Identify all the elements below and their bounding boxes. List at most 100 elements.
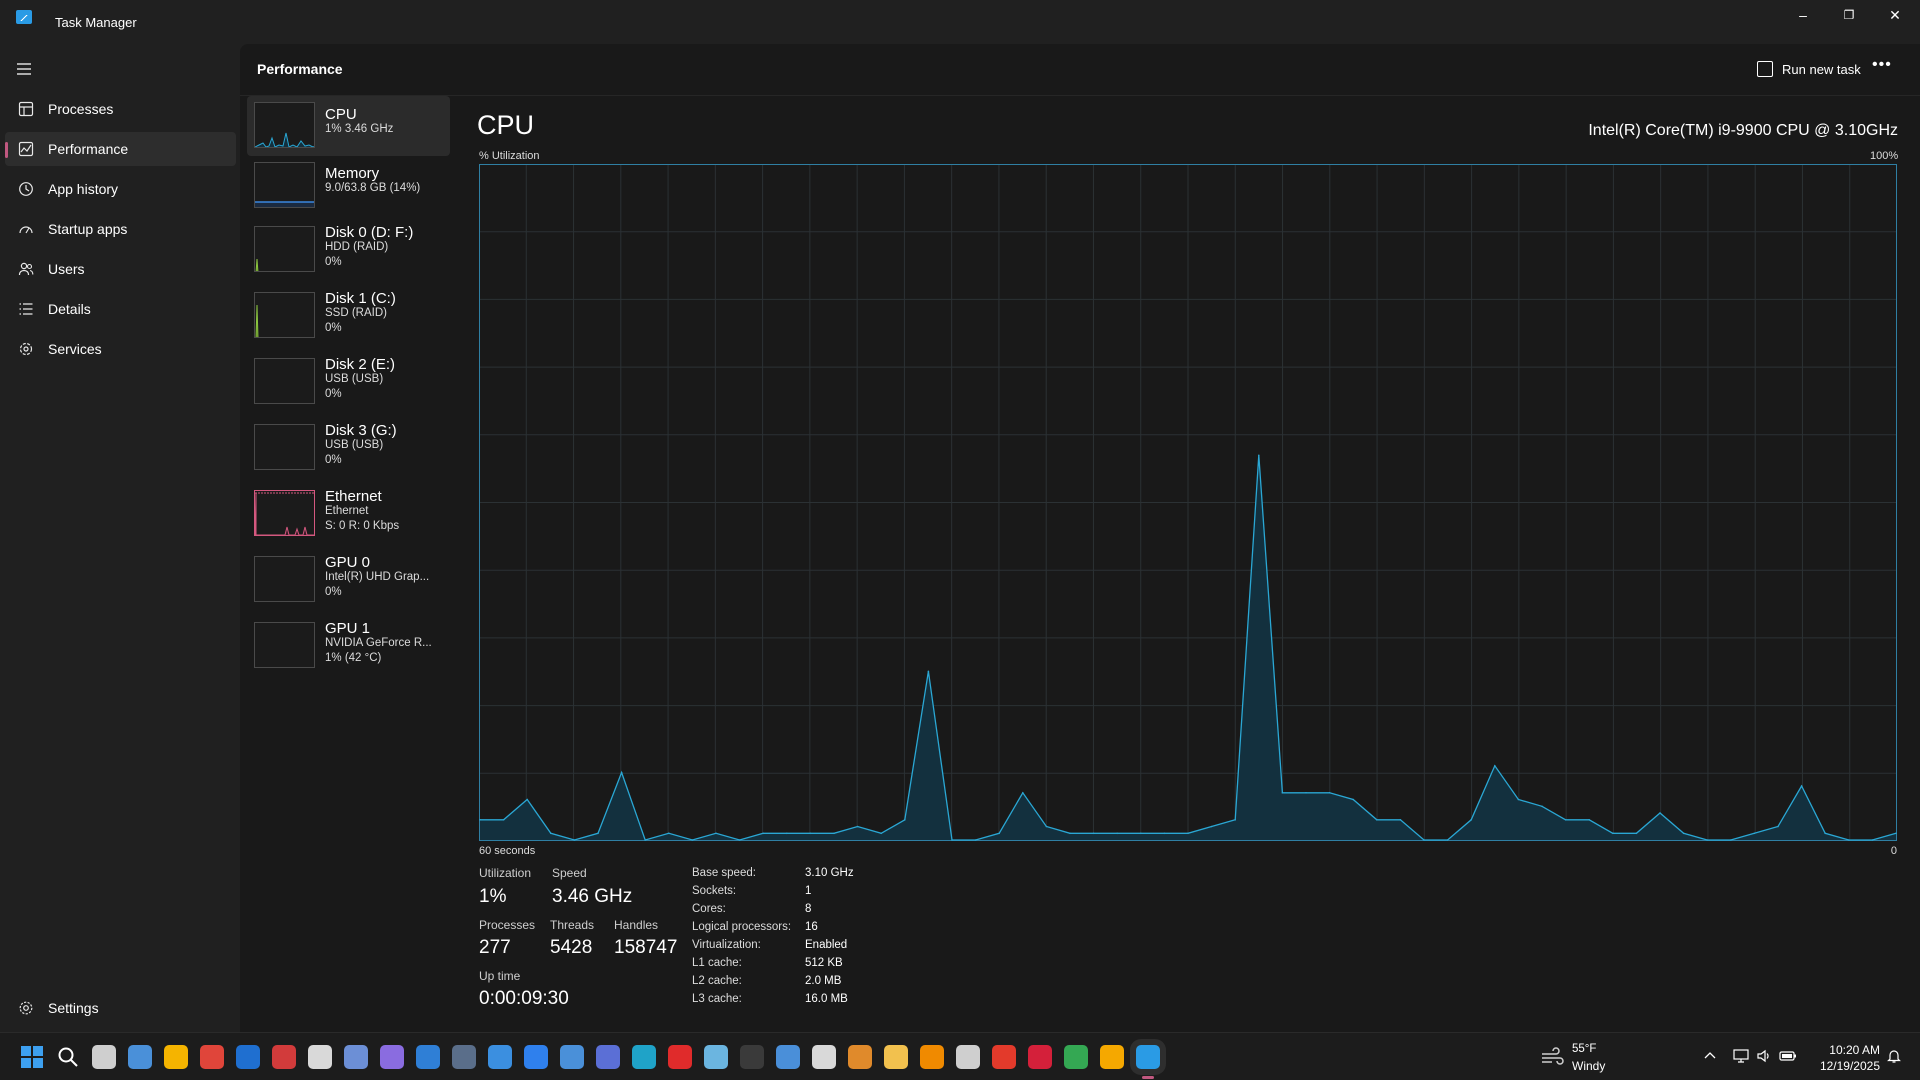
resource-name: Ethernet [325,488,382,505]
home-app-icon[interactable] [848,1045,872,1069]
obs-icon[interactable] [740,1045,764,1069]
data-point [1163,832,1166,835]
performance-icon [17,140,35,158]
sidebar-item-performance[interactable]: Performance [5,132,236,166]
data-point [1116,832,1118,835]
sidebar-item-users[interactable]: Users [5,252,236,286]
globe-app-icon[interactable] [704,1045,728,1069]
gpu-1-thumbnail-graph [254,622,315,668]
data-point [1635,832,1638,835]
network-icon[interactable] [1733,1048,1749,1069]
resource-item-disk-0[interactable]: Disk 0 (D: F:) HDD (RAID) 0% [247,216,450,276]
resource-detail: 9.0/63.8 GB (14%) [325,182,421,194]
weather-icon[interactable] [1540,1046,1564,1066]
data-point [974,839,977,841]
cpu-heading: CPU [477,110,535,140]
resource-item-cpu[interactable]: CPU 1% 3.46 GHz [247,96,450,156]
taskbar: 55°F Windy 10:20 AM 12/19/2025 [0,1032,1920,1080]
resource-item-disk-2[interactable]: Disk 2 (E:) USB (USB) 0% [247,348,450,408]
run-new-task-button[interactable]: Run new task [1757,54,1861,84]
clock-app-icon[interactable] [308,1045,332,1069]
sidebar-item-app-history[interactable]: App history [5,172,236,206]
weather-app-icon[interactable] [164,1045,188,1069]
camera-icon[interactable] [560,1045,584,1069]
hamburger-icon[interactable] [16,62,32,81]
data-point [620,771,623,774]
cpu-utilization-graph [479,164,1897,841]
teamviewer-icon[interactable] [236,1045,260,1069]
photo-app-icon[interactable] [272,1045,296,1069]
disk-2-thumbnail-graph [254,358,315,404]
resource-name: Memory [325,165,380,182]
sidebar-item-processes[interactable]: Processes [5,92,236,126]
search-icon[interactable] [56,1045,80,1069]
clock-date[interactable]: 12/19/2025 [1810,1059,1880,1073]
uptime-value: 0:00:09:30 [479,988,569,1009]
film-app-icon[interactable] [956,1045,980,1069]
cpu-model-name: Intel(R) Core(TM) i9-9900 CPU @ 3.10GHz [1588,122,1898,139]
vlc-icon[interactable] [920,1045,944,1069]
task-manager-icon[interactable] [1136,1045,1160,1079]
q-app-icon[interactable] [380,1045,404,1069]
teams-icon[interactable] [596,1045,620,1069]
close-button[interactable]: ✕ [1872,0,1918,30]
sidebar-item-startup-apps[interactable]: Startup apps [5,212,236,246]
resource-item-disk-1[interactable]: Disk 1 (C:) SSD (RAID) 0% [247,282,450,342]
threads-value: 5428 [550,937,593,958]
main-panel: Performance Run new task ••• CPU 1% 3.46… [240,44,1920,1032]
keyboard-app-icon[interactable] [776,1045,800,1069]
l3-cache-label: L3 cache: [692,993,742,1005]
edge-icon[interactable] [632,1045,656,1069]
resource-item-ethernet[interactable]: Ethernet Ethernet S: 0 R: 0 Kbps [247,480,450,540]
resource-name: CPU [325,106,357,123]
virtualization-label: Virtualization: [692,939,761,951]
app-7-icon[interactable] [128,1045,152,1069]
snipping-tool-icon[interactable] [200,1045,224,1069]
data-point [1328,792,1331,794]
show-hidden-icons-chevron-icon[interactable] [1703,1049,1717,1068]
sidebar-item-settings[interactable]: Settings [5,991,236,1025]
data-point [597,832,599,835]
sidebar-item-label: Services [48,341,102,357]
amazon-icon[interactable] [992,1045,1016,1069]
y-axis-max-label: 100% [1870,150,1899,162]
resource-item-disk-3[interactable]: Disk 3 (G:) USB (USB) 0% [247,414,450,474]
data-point [1588,819,1590,821]
sidebar-item-services[interactable]: Services [5,332,236,366]
data-point [1423,839,1425,841]
resource-detail: 1% 3.46 GHz [325,123,394,135]
battery-icon[interactable] [1779,1048,1797,1069]
clock-time[interactable]: 10:20 AM [1810,1043,1880,1057]
restore-button[interactable]: ❐ [1826,0,1872,30]
more-options-button[interactable]: ••• [1872,56,1892,74]
resource-item-gpu-1[interactable]: GPU 1 NVIDIA GeForce R... 1% (42 °C) [247,612,450,672]
sidebar-item-details[interactable]: Details [5,292,236,326]
processes-icon [17,100,35,118]
base-speed-value: 3.10 GHz [805,867,854,879]
calendar-icon[interactable] [416,1045,440,1069]
volume-icon[interactable] [1756,1048,1772,1069]
resource-value: 0% [325,322,342,334]
resource-item-memory[interactable]: Memory 9.0/63.8 GB (14%) [247,156,450,216]
magnifier-icon[interactable] [812,1045,836,1069]
minimize-button[interactable]: – [1780,0,1826,30]
task-view-icon[interactable] [92,1045,116,1069]
resource-item-gpu-0[interactable]: GPU 0 Intel(R) UHD Grap... 0% [247,546,450,606]
file-explorer-icon[interactable] [884,1045,908,1069]
aol-icon[interactable] [1100,1045,1124,1069]
photos-icon[interactable] [488,1045,512,1069]
save-app-icon[interactable] [344,1045,368,1069]
data-point [1800,785,1803,787]
todo-icon[interactable] [524,1045,548,1069]
data-point [1352,798,1354,801]
start-icon[interactable] [20,1045,44,1069]
notification-bell-icon[interactable] [1886,1048,1902,1069]
calculator-icon[interactable] [452,1045,476,1069]
q-red-app-icon[interactable] [1028,1045,1052,1069]
chrome-icon[interactable] [1064,1045,1088,1069]
data-point [1470,819,1472,821]
x-app-icon[interactable] [668,1045,692,1069]
data-point [1446,839,1449,841]
run-new-task-label: Run new task [1782,61,1861,77]
sidebar-item-label: Processes [48,101,114,117]
